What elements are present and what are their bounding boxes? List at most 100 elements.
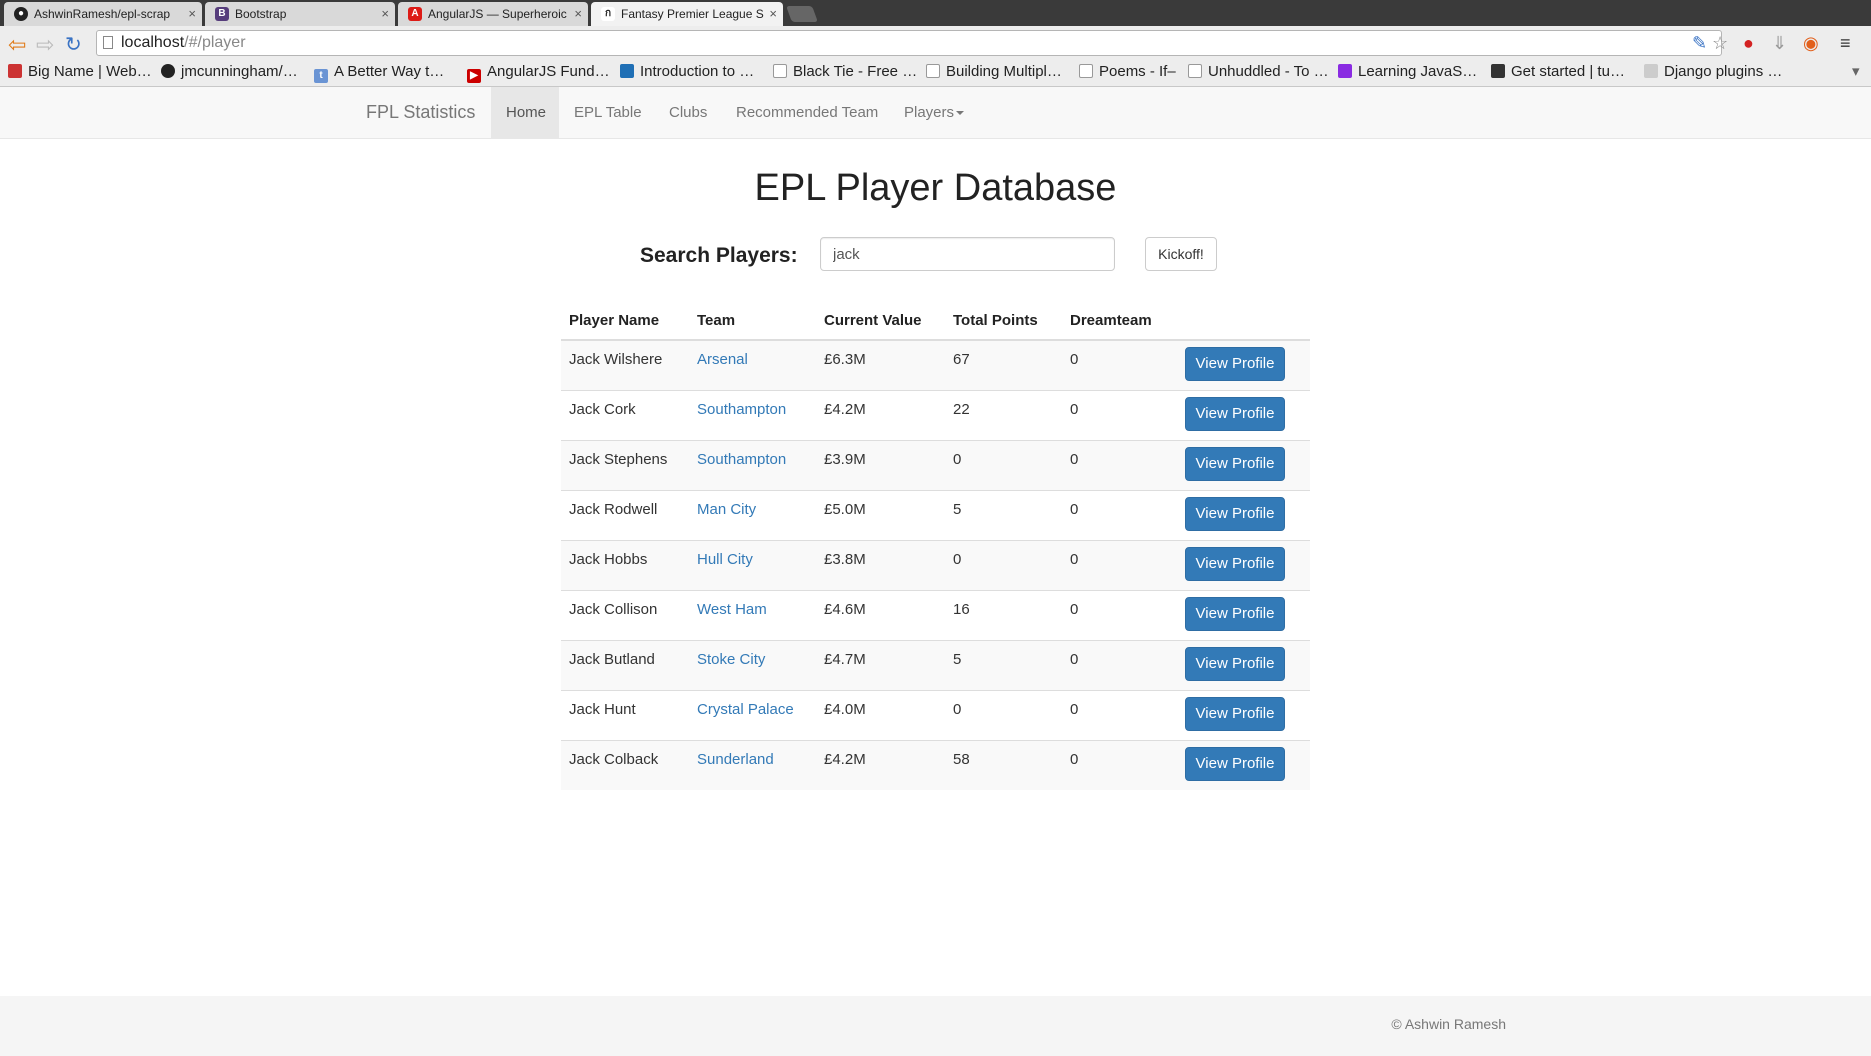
bookmark-item[interactable]: Django plugins … <box>1644 60 1782 84</box>
kickoff-button[interactable]: Kickoff! <box>1145 237 1217 271</box>
close-tab-icon[interactable]: × <box>574 2 582 26</box>
view-profile-button[interactable]: View Profile <box>1185 446 1285 481</box>
bookmark-favicon <box>1338 64 1352 78</box>
current-value-cell: £4.2M <box>816 739 945 790</box>
view-profile-button[interactable]: View Profile <box>1185 746 1285 781</box>
action-cell: View Profile <box>1177 389 1310 440</box>
view-profile-button[interactable]: View Profile <box>1185 546 1285 581</box>
nav-epl-table[interactable]: EPL Table <box>559 87 657 138</box>
nav-recommended-team[interactable]: Recommended Team <box>721 87 893 138</box>
close-tab-icon[interactable]: × <box>381 2 389 26</box>
bookmark-item[interactable]: Unhuddled - To … <box>1188 60 1329 84</box>
caret-down-icon <box>956 111 965 116</box>
total-points-cell: 5 <box>945 639 1062 690</box>
browser-tab-strip: ● AshwinRamesh/epl-scrap × B Bootstrap ×… <box>0 0 1871 26</box>
extension-edit-icon[interactable]: ✎ <box>1692 32 1707 54</box>
dreamteam-cell: 0 <box>1062 439 1177 490</box>
new-tab-button[interactable] <box>786 6 818 22</box>
team-link[interactable]: Man City <box>697 501 756 518</box>
nav-players-dropdown[interactable]: Players <box>889 87 979 138</box>
nav-label: Players <box>904 104 955 121</box>
team-cell: Hull City <box>689 539 816 590</box>
view-profile-button[interactable]: View Profile <box>1185 347 1285 381</box>
action-cell: View Profile <box>1177 589 1310 640</box>
team-link[interactable]: Hull City <box>697 551 753 568</box>
current-value-cell: £4.6M <box>816 589 945 640</box>
tab-title: AngularJS — Superheroic <box>428 7 567 21</box>
bookmark-label: Poems - If– <box>1099 63 1176 80</box>
action-cell: View Profile <box>1177 739 1310 790</box>
youtube-icon: ▶ <box>467 69 481 83</box>
back-arrow-icon[interactable]: ⇦ <box>8 32 26 58</box>
navbar-brand[interactable]: FPL Statistics <box>366 87 475 138</box>
footer: © Ashwin Ramesh <box>0 996 1871 1056</box>
action-cell: View Profile <box>1177 439 1310 490</box>
bookmark-star-icon[interactable]: ☆ <box>1712 32 1728 54</box>
total-points-cell: 5 <box>945 489 1062 540</box>
adblock-icon[interactable]: ● <box>1743 32 1754 54</box>
team-cell: Southampton <box>689 389 816 440</box>
bookmark-label: Big Name | Web… <box>28 63 152 80</box>
close-tab-icon[interactable]: × <box>769 2 777 26</box>
view-profile-button[interactable]: View Profile <box>1185 596 1285 631</box>
search-label: Search Players: <box>640 244 798 267</box>
download-icon[interactable]: ⇓ <box>1772 32 1787 54</box>
bookmark-item[interactable]: Introduction to … <box>620 60 754 84</box>
action-cell: View Profile <box>1177 689 1310 740</box>
team-cell: Arsenal <box>689 339 816 390</box>
nav-label: Recommended Team <box>736 104 879 121</box>
bookmark-favicon <box>8 64 22 78</box>
bookmark-item[interactable]: Poems - If– <box>1079 60 1176 84</box>
team-link[interactable]: Southampton <box>697 451 786 468</box>
bookmark-label: Black Tie - Free … <box>793 63 918 80</box>
team-cell: Sunderland <box>689 739 816 790</box>
menu-icon[interactable]: ≡ <box>1840 32 1851 54</box>
browser-tab-fpl[interactable]: ก Fantasy Premier League S × <box>591 2 783 26</box>
nav-home[interactable]: Home <box>491 87 559 138</box>
bookmark-item[interactable]: Building Multipl… <box>926 60 1062 84</box>
reload-icon[interactable]: ↻ <box>65 32 82 58</box>
nav-clubs[interactable]: Clubs <box>654 87 722 138</box>
url-host: localhost <box>121 34 185 51</box>
dreamteam-cell: 0 <box>1062 639 1177 690</box>
team-link[interactable]: Crystal Palace <box>697 701 794 718</box>
dreamteam-cell: 0 <box>1062 489 1177 540</box>
search-input[interactable] <box>820 237 1115 271</box>
bookmark-item[interactable]: Learning JavaS… <box>1338 60 1477 84</box>
table-row: Jack Collison West Ham £4.6M 16 0 View Profil… <box>561 589 1310 640</box>
browser-tab-angular[interactable]: A AngularJS — Superheroic × <box>398 2 588 26</box>
footer-copyright: © Ashwin Ramesh <box>1391 1016 1506 1032</box>
team-link[interactable]: Stoke City <box>697 651 765 668</box>
view-profile-button[interactable]: View Profile <box>1185 496 1285 531</box>
team-link[interactable]: Sunderland <box>697 751 774 768</box>
current-value-cell: £5.0M <box>816 489 945 540</box>
page-icon <box>1079 64 1093 78</box>
bookmark-item[interactable]: t A Better Way t… <box>314 60 444 84</box>
team-link[interactable]: Southampton <box>697 401 786 418</box>
browser-tab-bootstrap[interactable]: B Bootstrap × <box>205 2 395 26</box>
table-row: Jack Hunt Crystal Palace £4.0M 0 0 View Profi… <box>561 689 1310 740</box>
bookmark-item[interactable]: Big Name | Web… <box>8 60 152 84</box>
forward-arrow-icon[interactable]: ⇨ <box>36 32 54 58</box>
extension-fire-icon[interactable]: ◉ <box>1803 32 1819 54</box>
bookmarks-overflow-icon[interactable]: ▾ <box>1852 60 1860 84</box>
view-profile-button[interactable]: View Profile <box>1185 396 1285 431</box>
current-value-cell: £6.3M <box>816 339 945 390</box>
player-name-cell: Jack Stephens <box>561 439 689 490</box>
browser-tab-github[interactable]: ● AshwinRamesh/epl-scrap × <box>4 2 202 26</box>
bookmark-item[interactable]: jmcunningham/… <box>161 60 298 84</box>
bookmark-item[interactable]: Get started | tu… <box>1491 60 1625 84</box>
close-tab-icon[interactable]: × <box>188 2 196 26</box>
action-cell: View Profile <box>1177 539 1310 590</box>
view-profile-button[interactable]: View Profile <box>1185 646 1285 681</box>
view-profile-button[interactable]: View Profile <box>1185 696 1285 731</box>
page-icon <box>103 36 113 49</box>
bookmark-item[interactable]: ▶ AngularJS Fund… <box>467 60 610 84</box>
team-link[interactable]: West Ham <box>697 601 767 618</box>
page-icon <box>926 64 940 78</box>
bookmark-label: AngularJS Fund… <box>487 63 610 80</box>
team-cell: West Ham <box>689 589 816 640</box>
team-link[interactable]: Arsenal <box>697 351 748 368</box>
bookmark-item[interactable]: Black Tie - Free … <box>773 60 917 84</box>
address-bar[interactable]: localhost/#/player <box>96 30 1722 56</box>
